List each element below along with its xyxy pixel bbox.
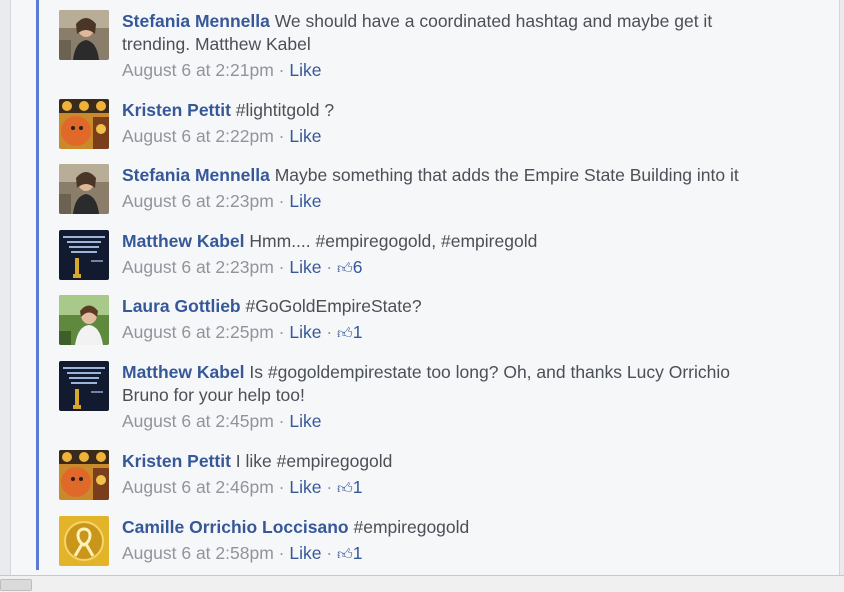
avatar[interactable] — [59, 516, 109, 566]
meta-separator: · — [326, 257, 333, 277]
like-link[interactable]: Like — [289, 60, 321, 80]
comment-text-line: Matthew Kabel Hmm.... #empiregogold, #em… — [122, 230, 802, 253]
meta-separator: · — [278, 477, 285, 497]
comment-text-line: Stefania Mennella Maybe something that a… — [122, 164, 802, 187]
like-count[interactable]: 1 — [353, 477, 363, 497]
comment-body: Matthew Kabel Is #gogoldempirestate too … — [122, 361, 802, 433]
comment-timestamp[interactable]: August 6 at 2:58pm — [122, 543, 274, 563]
avatar[interactable] — [59, 164, 109, 214]
scrollbar-thumb[interactable] — [0, 579, 32, 591]
like-link[interactable]: Like — [289, 543, 321, 563]
avatar[interactable] — [59, 361, 109, 411]
meta-separator: · — [326, 322, 333, 342]
like-count[interactable]: 1 — [353, 543, 363, 563]
comment-body: Laura Gottlieb #GoGoldEmpireState? August… — [122, 295, 802, 345]
comment-timestamp[interactable]: August 6 at 2:23pm — [122, 257, 274, 277]
comment-timestamp[interactable]: August 6 at 2:25pm — [122, 322, 274, 342]
comment-text: Maybe something that adds the Empire Sta… — [274, 165, 739, 185]
comment-author-link[interactable]: Camille Orrichio Loccisano — [122, 517, 349, 537]
thumbs-up-icon[interactable]: 👍︎ — [337, 325, 353, 342]
avatar[interactable] — [59, 230, 109, 280]
like-link[interactable]: Like — [289, 411, 321, 431]
comment-text-line: Kristen Pettit #lightitgold ? — [122, 99, 802, 122]
comment-meta: August 6 at 2:21pm · Like — [122, 59, 802, 82]
like-link[interactable]: Like — [289, 322, 321, 342]
comment-meta: August 6 at 2:22pm · Like — [122, 125, 802, 148]
comment-text: I like #empiregogold — [235, 451, 393, 471]
comment-text: #empiregogold — [353, 517, 470, 537]
avatar[interactable] — [59, 295, 109, 345]
thumbs-up-icon[interactable]: 👍︎ — [337, 480, 353, 497]
comment-timestamp[interactable]: August 6 at 2:21pm — [122, 60, 274, 80]
comment-text: Is #gogoldempirestate too long? Oh, and … — [249, 362, 730, 382]
meta-separator: · — [278, 126, 285, 146]
comment-author-link[interactable]: Matthew Kabel — [122, 231, 245, 251]
meta-separator: · — [326, 477, 333, 497]
comment-body: Kristen Pettit I like #empiregogold Augus… — [122, 450, 802, 500]
comment-text-line: Stefania Mennella We should have a coord… — [122, 10, 802, 56]
comment-author-link[interactable]: Kristen Pettit — [122, 451, 231, 471]
comment-author-link[interactable]: Kristen Pettit — [122, 100, 231, 120]
comment-author-link[interactable]: Laura Gottlieb — [122, 296, 241, 316]
comment-body: Matthew Kabel Hmm.... #empiregogold, #em… — [122, 230, 802, 280]
comment-text: We should have a coordinated hashtag and… — [274, 11, 713, 31]
like-link[interactable]: Like — [289, 477, 321, 497]
comment-text: Hmm.... #empiregogold, #empiregold — [249, 231, 538, 251]
comment-body: Stefania Mennella We should have a coord… — [122, 10, 802, 82]
thumbs-up-icon[interactable]: 👍︎ — [337, 260, 353, 277]
comment-meta: August 6 at 2:58pm · Like · 👍︎1 — [122, 542, 802, 566]
comment-meta: August 6 at 2:45pm · Like — [122, 410, 802, 433]
horizontal-scrollbar[interactable] — [0, 575, 844, 592]
comment-text-line: Matthew Kabel Is #gogoldempirestate too … — [122, 361, 802, 407]
comment-text: #GoGoldEmpireState? — [245, 296, 422, 316]
comment-author-link[interactable]: Matthew Kabel — [122, 362, 245, 382]
like-count[interactable]: 6 — [353, 257, 363, 277]
like-count[interactable]: 1 — [353, 322, 363, 342]
thread-accent-bar — [36, 0, 39, 570]
comment-text: #lightitgold ? — [235, 100, 335, 120]
meta-separator: · — [278, 543, 285, 563]
comment-author-link[interactable]: Stefania Mennella — [122, 11, 270, 31]
meta-separator: · — [326, 543, 333, 563]
comment-text-continued: trending. Matthew Kabel — [122, 34, 311, 54]
like-link[interactable]: Like — [289, 257, 321, 277]
like-link[interactable]: Like — [289, 191, 321, 211]
comment-meta: August 6 at 2:46pm · Like · 👍︎1 — [122, 476, 802, 500]
comment-body: Kristen Pettit #lightitgold ? August 6 at… — [122, 99, 802, 148]
avatar[interactable] — [59, 99, 109, 149]
meta-separator: · — [278, 60, 285, 80]
comment-timestamp[interactable]: August 6 at 2:23pm — [122, 191, 274, 211]
thumbs-up-icon[interactable]: 👍︎ — [337, 546, 353, 563]
comment-body: Stefania Mennella Maybe something that a… — [122, 164, 802, 213]
comment-body: Camille Orrichio Loccisano #empiregogold… — [122, 516, 802, 566]
meta-separator: · — [278, 322, 285, 342]
comment-text-line: Kristen Pettit I like #empiregogold — [122, 450, 802, 473]
comment-text-line: Laura Gottlieb #GoGoldEmpireState? — [122, 295, 802, 318]
comment-timestamp[interactable]: August 6 at 2:45pm — [122, 411, 274, 431]
comment-meta: August 6 at 2:23pm · Like · 👍︎6 — [122, 256, 802, 280]
comment-timestamp[interactable]: August 6 at 2:22pm — [122, 126, 274, 146]
avatar[interactable] — [59, 450, 109, 500]
meta-separator: · — [278, 411, 285, 431]
meta-separator: · — [278, 191, 285, 211]
meta-separator: · — [278, 257, 285, 277]
comment-meta: August 6 at 2:25pm · Like · 👍︎1 — [122, 321, 802, 345]
comment-text-continued: Bruno for your help too! — [122, 385, 305, 405]
comment-timestamp[interactable]: August 6 at 2:46pm — [122, 477, 274, 497]
comment-meta: August 6 at 2:23pm · Like — [122, 190, 802, 213]
comment-author-link[interactable]: Stefania Mennella — [122, 165, 270, 185]
like-link[interactable]: Like — [289, 126, 321, 146]
avatar[interactable] — [59, 10, 109, 60]
comment-text-line: Camille Orrichio Loccisano #empiregogold — [122, 516, 802, 539]
